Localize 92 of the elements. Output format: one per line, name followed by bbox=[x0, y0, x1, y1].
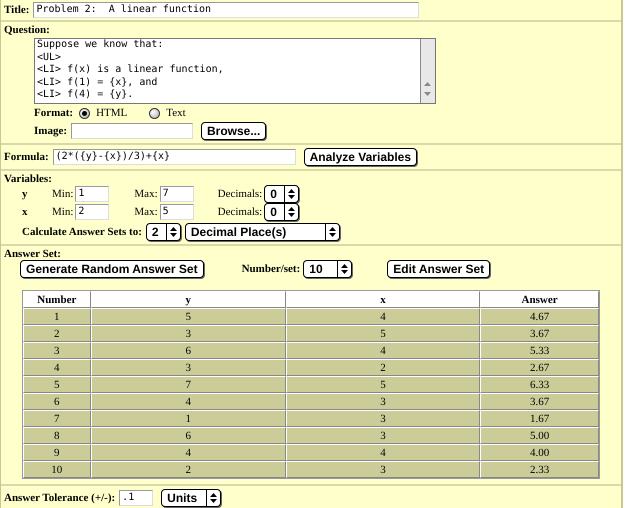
variables-label: Variables: bbox=[4, 173, 53, 185]
column-header: Answer bbox=[480, 291, 599, 308]
up-down-arrows-icon bbox=[340, 263, 350, 275]
table-cell: 5.33 bbox=[480, 342, 599, 359]
table-cell: 5 bbox=[286, 376, 480, 393]
column-header: x bbox=[286, 291, 480, 308]
up-down-arrows-icon bbox=[168, 226, 178, 238]
max-label: Max: bbox=[134, 206, 158, 218]
column-header: Number bbox=[23, 291, 91, 308]
table-cell: 5 bbox=[90, 308, 286, 325]
title-label: Title: bbox=[4, 4, 30, 16]
image-label: Image: bbox=[34, 125, 67, 137]
table-cell: 7 bbox=[90, 376, 286, 393]
radio-button[interactable] bbox=[149, 108, 160, 118]
decimals-label: Decimals: bbox=[218, 206, 262, 218]
table-cell: 1.67 bbox=[480, 410, 599, 427]
table-cell: 6 bbox=[23, 393, 91, 410]
radio-button[interactable] bbox=[79, 108, 90, 118]
up-down-arrows-icon bbox=[287, 206, 296, 218]
min-label: Min: bbox=[52, 188, 74, 200]
analyze-variables-button[interactable]: Analyze Variables bbox=[304, 148, 417, 166]
table-cell: 7 bbox=[23, 410, 91, 427]
table-cell: 3.67 bbox=[480, 325, 599, 342]
number-per-set-label: Number/set: bbox=[242, 263, 300, 275]
table-cell: 3 bbox=[286, 427, 480, 444]
table-cell: 4 bbox=[286, 342, 480, 359]
table-cell: 5 bbox=[286, 325, 480, 342]
table-cell: 5.00 bbox=[480, 427, 599, 444]
table-cell: 3 bbox=[286, 393, 480, 410]
browse-button[interactable]: Browse... bbox=[201, 122, 266, 140]
decimals-dropdown[interactable]: 0 bbox=[264, 185, 300, 203]
table-cell: 5 bbox=[23, 376, 91, 393]
table-cell: 4 bbox=[286, 444, 480, 461]
table-cell: 9 bbox=[23, 444, 91, 461]
image-field[interactable] bbox=[71, 123, 193, 139]
table-cell: 10 bbox=[23, 461, 91, 478]
tolerance-label: Answer Tolerance (+/-): bbox=[4, 492, 116, 504]
radio-label: HTML bbox=[96, 107, 128, 119]
min-field[interactable]: 2 bbox=[75, 204, 110, 220]
decimals-dropdown[interactable]: 0 bbox=[264, 203, 300, 221]
table-cell: 3.67 bbox=[480, 393, 599, 410]
table-cell: 3 bbox=[286, 461, 480, 478]
table-cell: 6 bbox=[90, 427, 286, 444]
table-cell: 2 bbox=[90, 461, 286, 478]
table-cell: 4 bbox=[286, 308, 480, 325]
table-cell: 6.33 bbox=[480, 376, 599, 393]
radio-label: Text bbox=[166, 107, 186, 119]
calculate-label: Calculate Answer Sets to: bbox=[22, 226, 142, 238]
units-dropdown[interactable]: Units bbox=[161, 489, 222, 507]
max-field[interactable]: 5 bbox=[160, 204, 194, 220]
question-label: Question: bbox=[4, 24, 51, 36]
table-cell: 1 bbox=[23, 308, 91, 325]
question-field[interactable]: Suppose we know that: <UL> <LI> f(x) is a linear function, <LI> f(1) = {x}, and <LI> f(4) = {y}. bbox=[34, 38, 436, 104]
variable-name: x bbox=[22, 206, 28, 218]
generate-button[interactable]: Generate Random Answer Set bbox=[20, 260, 204, 278]
table-cell: 3 bbox=[23, 342, 91, 359]
decimals-dropdown[interactable]: 2 bbox=[146, 223, 181, 241]
table-cell: 2 bbox=[286, 359, 480, 376]
variable-name: y bbox=[22, 188, 28, 200]
formula-field[interactable]: (2*({y}-{x})/3)+{x} bbox=[52, 149, 296, 165]
format-label: Format: bbox=[34, 107, 74, 119]
up-down-arrows-icon bbox=[287, 188, 296, 200]
table-cell: 4 bbox=[90, 393, 286, 410]
edit-answer-set-button[interactable]: Edit Answer Set bbox=[387, 260, 490, 278]
max-field[interactable]: 7 bbox=[160, 186, 194, 202]
number-per-set-dropdown[interactable]: 10 bbox=[303, 260, 352, 278]
table-cell: 3 bbox=[90, 359, 286, 376]
title-field[interactable]: Problem 2: A linear function bbox=[33, 2, 420, 18]
table-cell: 3 bbox=[90, 325, 286, 342]
formula-label: Formula: bbox=[4, 151, 49, 163]
table-cell: 4 bbox=[90, 444, 286, 461]
column-header: y bbox=[90, 291, 286, 308]
up-down-arrows-icon bbox=[328, 226, 337, 238]
table-cell: 2.67 bbox=[480, 359, 599, 376]
table-cell: 2.33 bbox=[480, 461, 599, 478]
scrollbar[interactable] bbox=[420, 39, 435, 103]
table-cell: 8 bbox=[23, 427, 91, 444]
table-cell: 4.67 bbox=[480, 308, 599, 325]
table-cell: 4 bbox=[23, 359, 91, 376]
table-cell: 6 bbox=[90, 342, 286, 359]
table-cell: 3 bbox=[286, 410, 480, 427]
min-label: Min: bbox=[52, 206, 74, 218]
table-cell: 4.00 bbox=[480, 444, 599, 461]
decimals-label: Decimals: bbox=[218, 188, 262, 200]
precision-dropdown[interactable]: Decimal Place(s) bbox=[184, 223, 340, 241]
answer-set-label: Answer Set: bbox=[4, 248, 62, 260]
up-down-arrows-icon bbox=[209, 492, 218, 504]
max-label: Max: bbox=[134, 188, 158, 200]
min-field[interactable]: 1 bbox=[75, 186, 110, 202]
tolerance-field[interactable]: .1 bbox=[119, 490, 154, 506]
table-cell: 2 bbox=[23, 325, 91, 342]
table-cell: 1 bbox=[90, 410, 286, 427]
